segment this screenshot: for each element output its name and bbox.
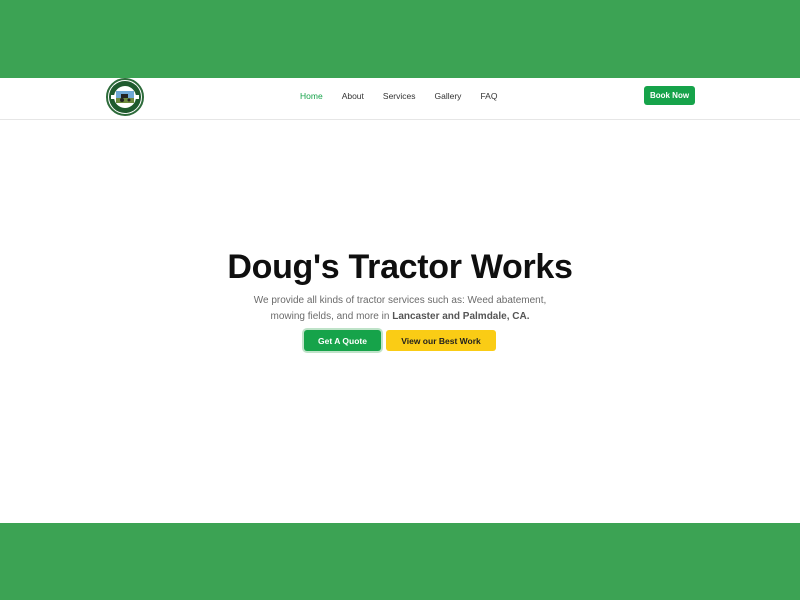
hero-description: We provide all kinds of tractor services… xyxy=(250,293,550,325)
nav-home[interactable]: Home xyxy=(300,91,323,101)
nav-services[interactable]: Services xyxy=(383,91,416,101)
nav-gallery[interactable]: Gallery xyxy=(435,91,462,101)
hero-title: Doug's Tractor Works xyxy=(227,248,573,286)
main-nav: Home About Services Gallery FAQ xyxy=(300,78,516,114)
get-quote-button[interactable]: Get A Quote xyxy=(304,330,381,351)
nav-about[interactable]: About xyxy=(342,91,364,101)
book-now-button[interactable]: Book Now xyxy=(644,86,695,105)
hero-buttons: Get A Quote View our Best Work xyxy=(0,330,800,351)
top-banner xyxy=(0,0,800,78)
logo[interactable] xyxy=(106,78,144,116)
nav-faq[interactable]: FAQ xyxy=(480,91,497,101)
view-best-work-button[interactable]: View our Best Work xyxy=(386,330,496,351)
hero-location: Lancaster and Palmdale, CA. xyxy=(392,311,530,322)
tractor-badge-logo-icon xyxy=(109,81,141,113)
bottom-banner xyxy=(0,523,800,600)
navbar: Home About Services Gallery FAQ Book Now xyxy=(0,78,800,120)
